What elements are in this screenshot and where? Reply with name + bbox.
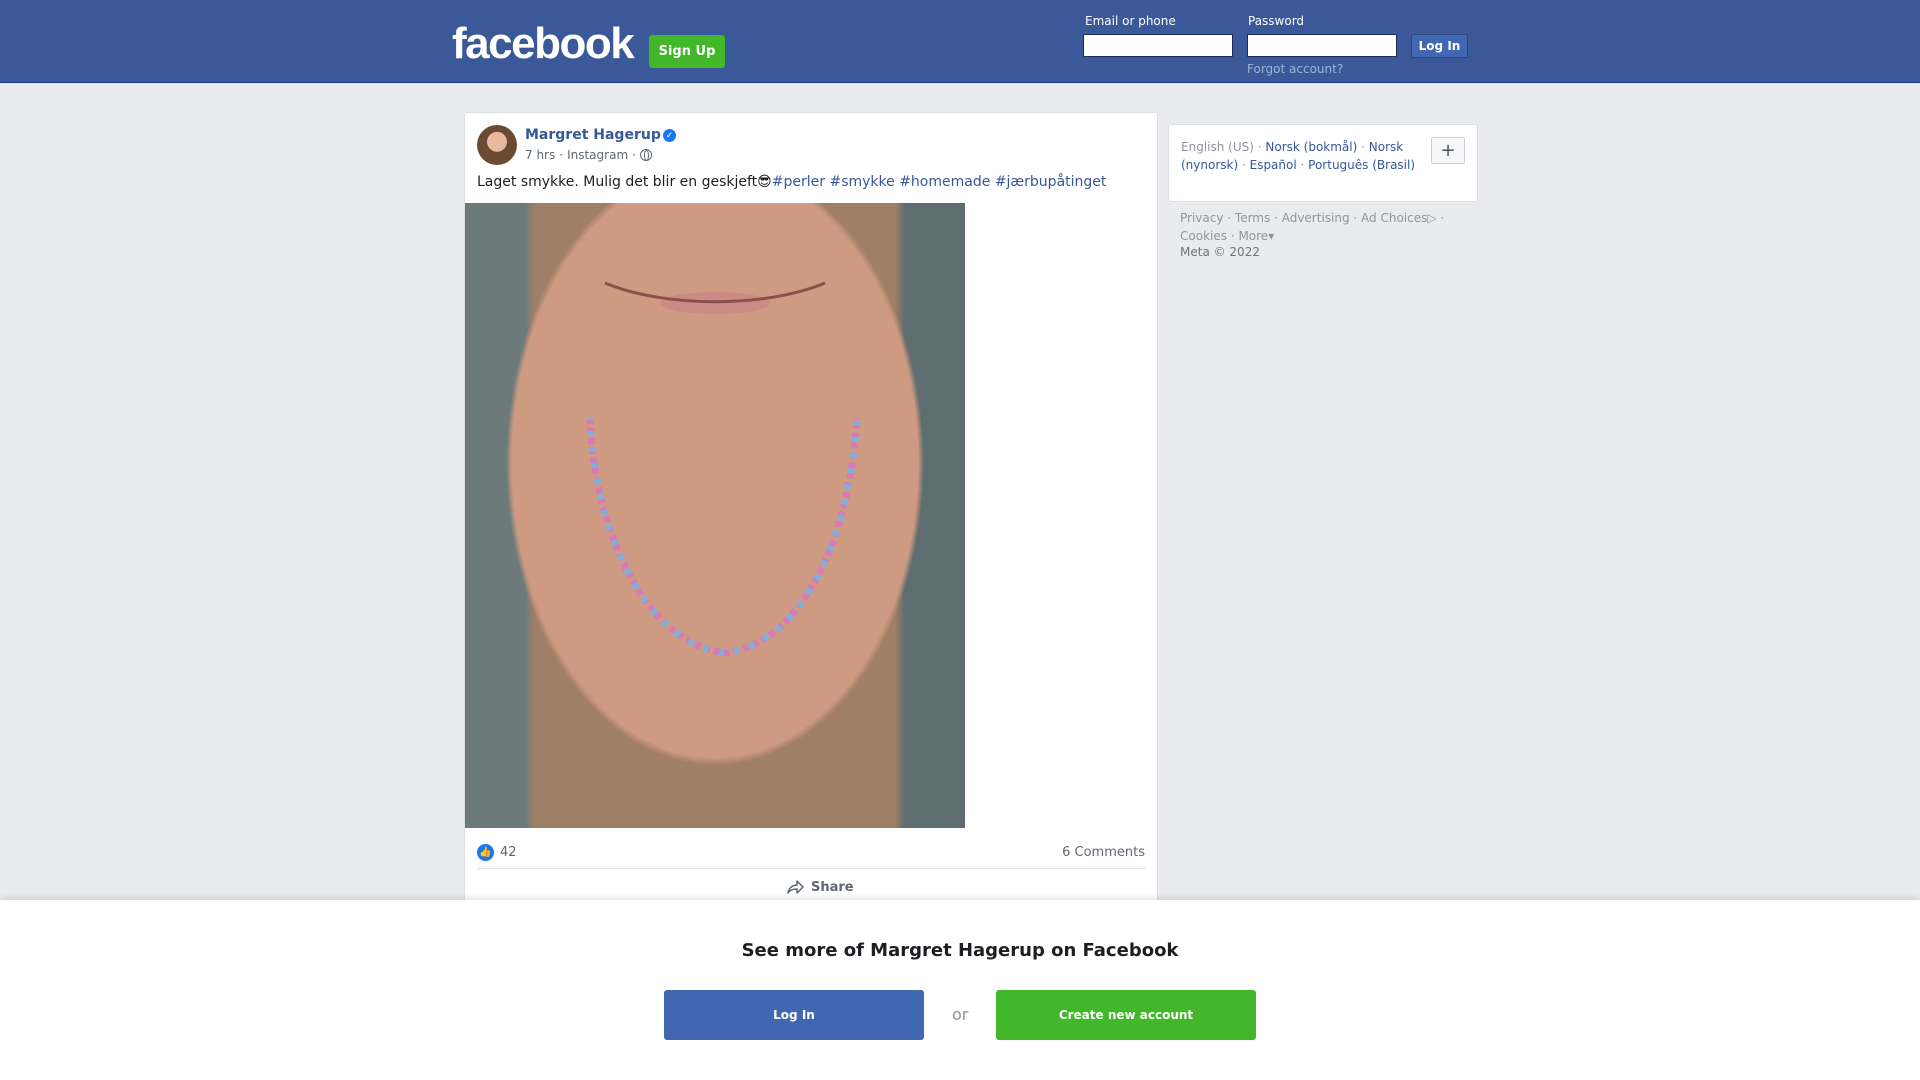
sign-up-button[interactable]: Sign Up: [649, 35, 725, 68]
log-in-button[interactable]: Log In: [1411, 34, 1468, 58]
necklace-illustration: [586, 281, 861, 657]
forgot-account-link[interactable]: Forgot account?: [1247, 62, 1343, 76]
language-link[interactable]: Português (Brasil): [1308, 158, 1415, 172]
post-body: Laget smykke. Mulig det blir en geskjeft…: [477, 174, 772, 190]
language-link[interactable]: Norsk (bokmål): [1265, 140, 1357, 154]
ad-choices-icon: ▷: [1427, 211, 1437, 225]
top-bar: facebook Sign Up Email or phone Password…: [0, 0, 1920, 83]
post-meta: 7 hrs · Instagram ·: [525, 148, 652, 162]
create-account-button[interactable]: Create new account: [996, 990, 1256, 1040]
post-text: Laget smykke. Mulig det blir en geskjeft…: [477, 174, 1106, 190]
current-language: English (US): [1181, 140, 1254, 154]
overlay-log-in-button[interactable]: Log In: [664, 990, 924, 1040]
post-source[interactable]: Instagram: [567, 148, 628, 162]
login-prompt-overlay: See more of Margret Hagerup on Facebook …: [0, 900, 1920, 1080]
meta-separator: ·: [559, 148, 564, 162]
footer-link[interactable]: Terms: [1235, 211, 1270, 225]
footer-link[interactable]: Cookies: [1180, 229, 1227, 243]
copyright: Meta © 2022: [1180, 245, 1260, 259]
language-selector: English (US) · Norsk (bokmål) · Norsk (n…: [1168, 124, 1478, 202]
divider: [477, 868, 1145, 869]
add-language-button[interactable]: +: [1431, 137, 1465, 164]
post-card: Margret Hagerup ✓ 7 hrs · Instagram · La…: [464, 112, 1158, 912]
footer-links: Privacy · Terms · Advertising · Ad Choic…: [1180, 211, 1445, 243]
password-label: Password: [1248, 14, 1305, 28]
or-label: or: [952, 1005, 969, 1024]
comments-count[interactable]: 6 Comments: [1062, 845, 1145, 860]
post-author[interactable]: Margret Hagerup: [525, 127, 661, 143]
meta-separator: ·: [632, 148, 636, 162]
post-time[interactable]: 7 hrs: [525, 148, 555, 162]
footer-link[interactable]: Advertising: [1282, 211, 1350, 225]
footer-link[interactable]: Ad Choices: [1361, 211, 1427, 225]
language-list: English (US) · Norsk (bokmål) · Norsk (n…: [1181, 140, 1416, 172]
email-label: Email or phone: [1085, 14, 1176, 28]
share-label: Share: [811, 879, 854, 895]
reactions[interactable]: 👍 42: [477, 844, 517, 861]
hashtag-link[interactable]: #jærbupåtinget: [995, 174, 1107, 190]
share-button[interactable]: Share: [787, 879, 854, 895]
share-icon: [787, 880, 804, 894]
language-link[interactable]: Español: [1250, 158, 1297, 172]
post-photo[interactable]: [465, 203, 965, 828]
hashtag-link[interactable]: #smykke: [829, 174, 894, 190]
like-icon: 👍: [477, 844, 494, 861]
hashtag-link[interactable]: #perler: [772, 174, 825, 190]
facebook-logo[interactable]: facebook: [452, 22, 635, 66]
footer-link[interactable]: More: [1238, 229, 1268, 243]
globe-icon: [639, 149, 652, 161]
password-field[interactable]: [1247, 34, 1397, 57]
verified-badge-icon: ✓: [663, 129, 676, 142]
email-field[interactable]: [1083, 34, 1233, 57]
overlay-title: See more of Margret Hagerup on Facebook: [741, 940, 1179, 961]
avatar[interactable]: [477, 125, 517, 165]
caret-down-icon: ▾: [1268, 229, 1275, 243]
hashtag-link[interactable]: #homemade: [899, 174, 990, 190]
like-count: 42: [500, 845, 517, 860]
footer-link[interactable]: Privacy: [1180, 211, 1223, 225]
